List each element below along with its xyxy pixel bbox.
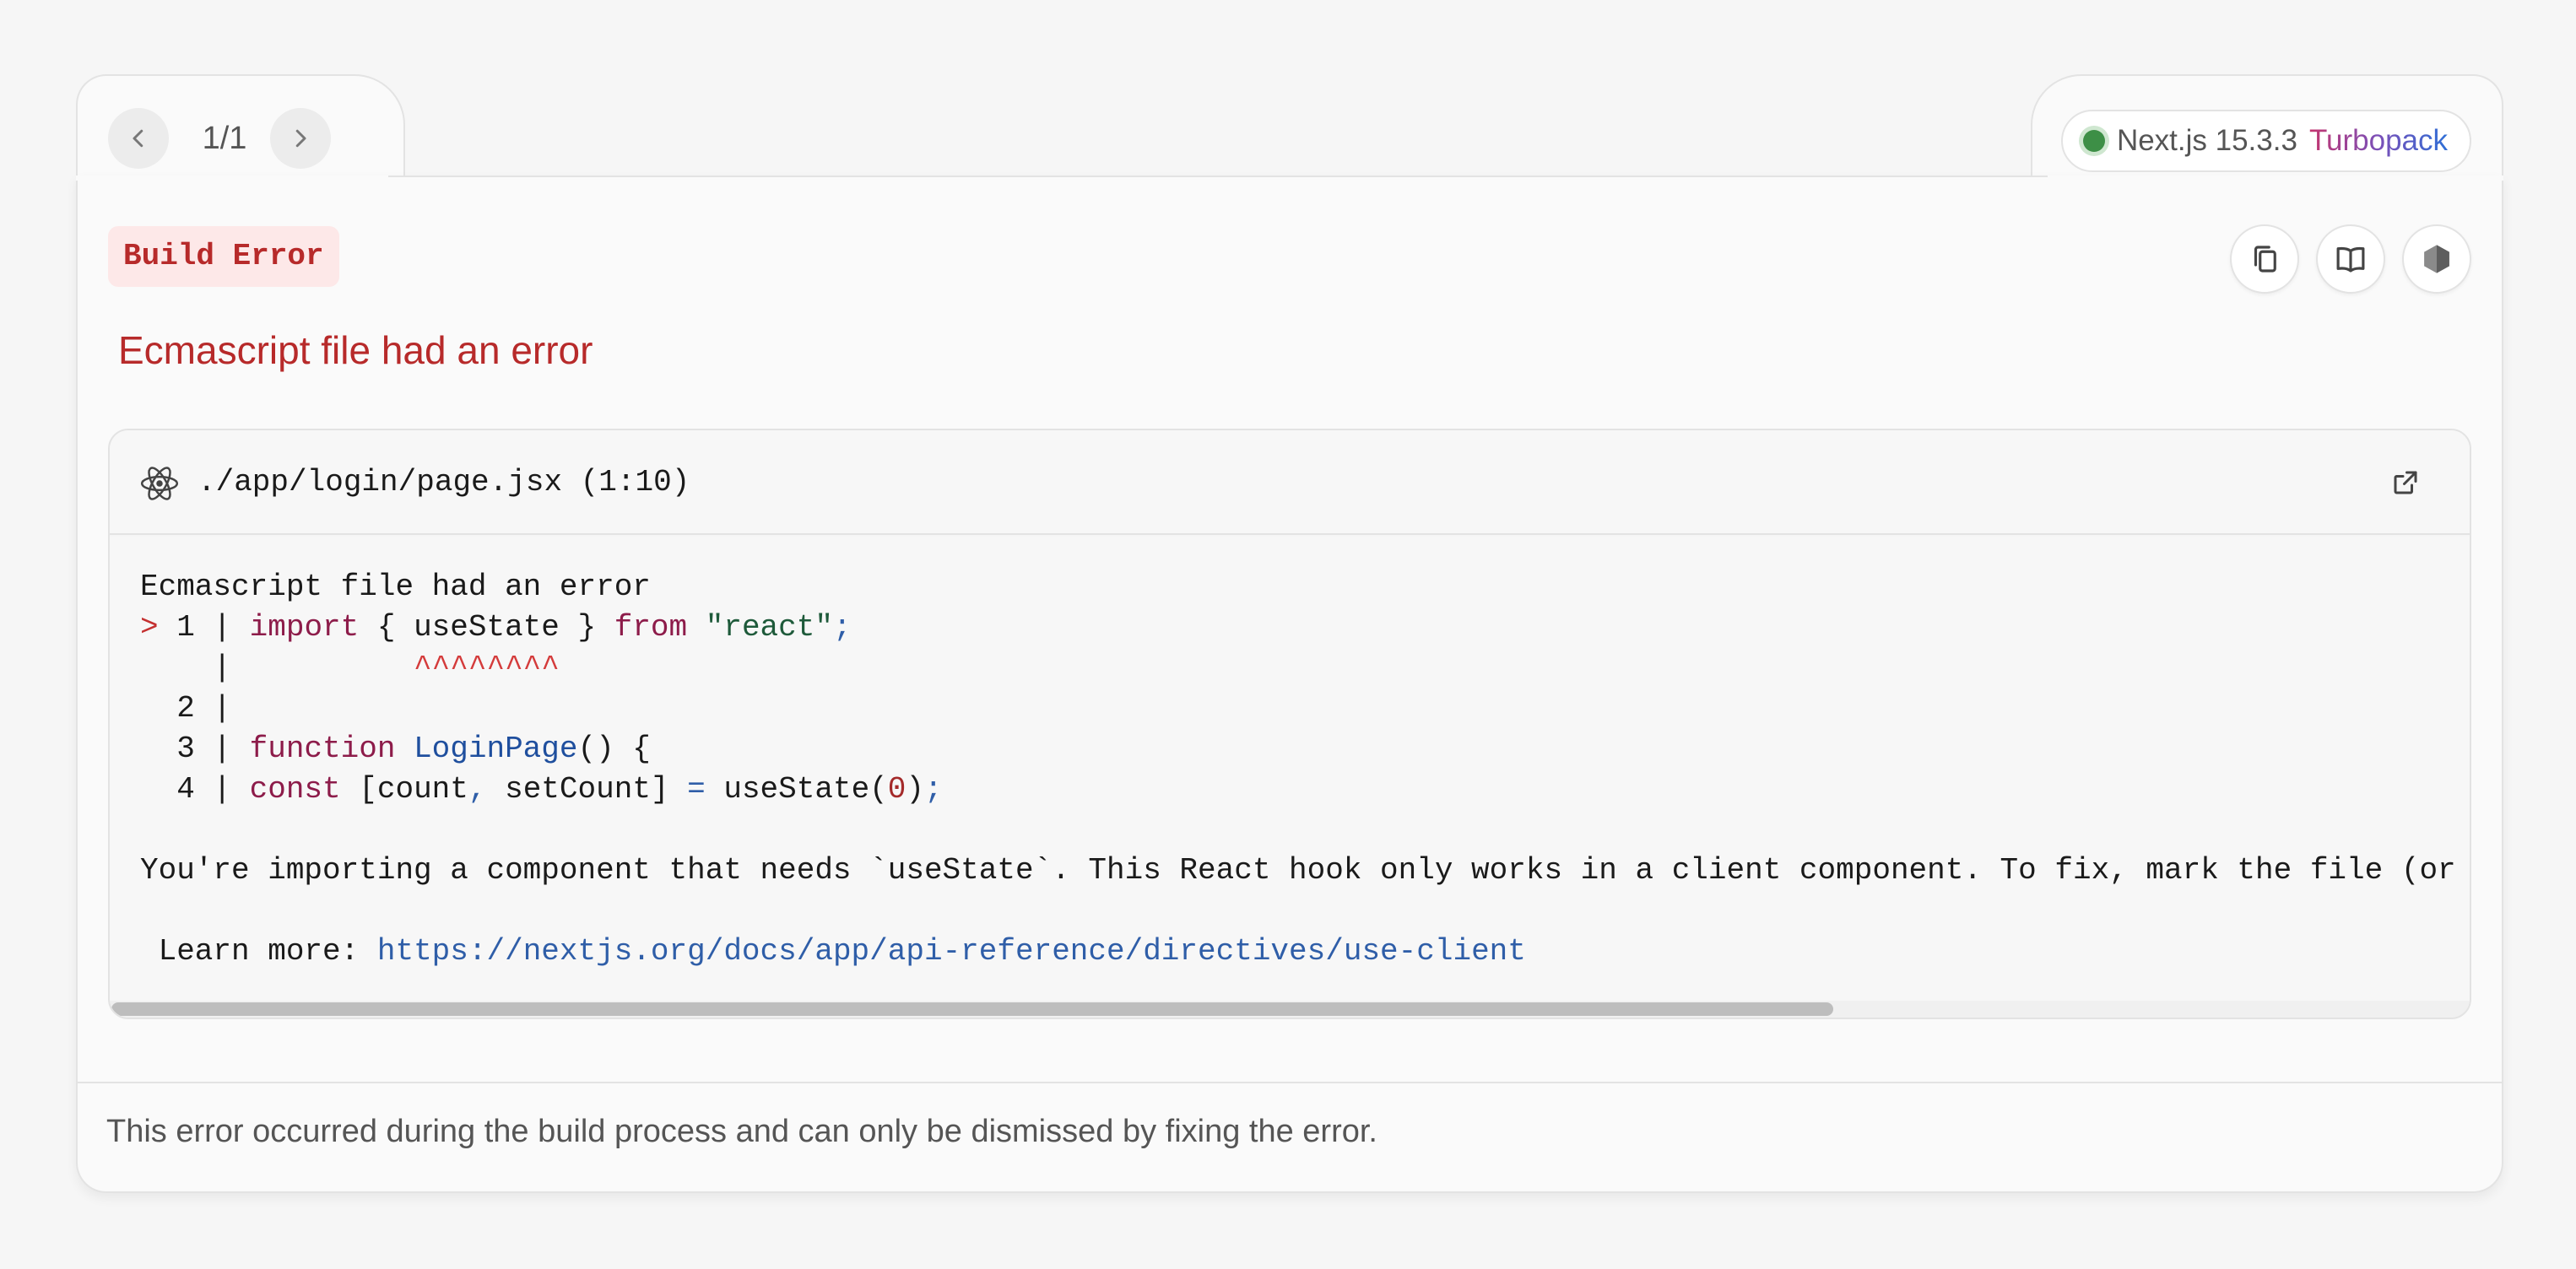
copy-icon	[2254, 246, 2276, 273]
string-literal: "react"	[705, 610, 833, 645]
line-number: 1 |	[176, 610, 250, 645]
code-text: { useState }	[359, 610, 614, 645]
learn-more-link[interactable]: https://nextjs.org/docs/app/api-referenc…	[377, 934, 1526, 969]
number-literal: 0	[887, 772, 906, 807]
file-path: ./app/login/page.jsx (1:10)	[198, 465, 690, 500]
copy-error-button[interactable]	[2230, 224, 2299, 294]
code-frame-body: Ecmascript file had an error > 1 | import…	[110, 537, 2470, 1009]
version-label: Next.js 15.3.3	[2116, 124, 2297, 157]
punctuation: ,	[468, 772, 487, 807]
line-number: 3 |	[140, 732, 250, 766]
code-line-2: 2 |	[140, 688, 2456, 729]
code-heading-text: Ecmascript file had an error	[140, 570, 651, 604]
error-type-badge: Build Error	[108, 226, 339, 287]
punctuation: ;	[832, 610, 852, 645]
function-name: LoginPage	[414, 732, 578, 766]
code-text: setCount]	[486, 772, 688, 807]
error-line-marker: >	[140, 610, 177, 645]
open-in-editor-button[interactable]	[2384, 461, 2427, 505]
code-caret-line: | ^^^^^^^^	[140, 648, 2456, 688]
error-title: Ecmascript file had an error	[118, 328, 593, 372]
bundler-label: Turbopack	[2308, 124, 2448, 157]
chevron-right-icon	[295, 129, 306, 148]
learn-more-label: Learn more:	[140, 934, 377, 969]
operator: =	[687, 772, 706, 807]
code-text: () {	[577, 732, 651, 766]
keyword: function	[249, 732, 396, 766]
header-divider	[388, 176, 2048, 177]
chevron-left-icon	[133, 129, 143, 148]
error-pager: 1/1	[202, 121, 247, 156]
previous-error-button[interactable]	[108, 108, 169, 169]
punctuation: ;	[924, 772, 943, 807]
code-heading: Ecmascript file had an error	[140, 567, 2456, 608]
status-dot-icon	[2082, 130, 2105, 152]
line-number: 4 |	[140, 772, 250, 807]
code-line-4: 4 | const [count, setCount] = useState(0…	[140, 770, 2456, 810]
scrollbar-thumb[interactable]	[111, 1002, 1833, 1016]
code-frame: ./app/login/page.jsx (1:10) Ecmascript f…	[108, 429, 2471, 1019]
keyword: from	[614, 610, 688, 645]
code-frame-header: ./app/login/page.jsx (1:10)	[110, 430, 2470, 535]
keyword: const	[249, 772, 341, 807]
code-line-1: > 1 | import { useState } from "react";	[140, 608, 2456, 648]
footer-divider	[76, 1082, 2503, 1083]
horizontal-scrollbar[interactable]	[110, 1001, 2470, 1018]
nextjs-version-badge[interactable]: Next.js 15.3.3 Turbopack	[2060, 110, 2471, 172]
nextjs-hexagon-icon	[2424, 245, 2449, 273]
react-icon	[140, 467, 179, 500]
docs-button[interactable]	[2316, 224, 2385, 294]
error-caret: ^^^^^^^^	[249, 651, 560, 685]
nextjs-menu-button[interactable]	[2402, 224, 2471, 294]
error-message-text: You're importing a component that needs …	[140, 853, 2456, 888]
external-link-icon	[2394, 471, 2417, 494]
book-open-icon	[2336, 246, 2365, 273]
error-overlay-dialog: 1/1 Next.js 15.3.3 Turbopack Build Error…	[76, 74, 2503, 1193]
code-text: [count	[340, 772, 468, 807]
code-text: )	[906, 772, 925, 807]
keyword: import	[249, 610, 360, 645]
footer-note: This error occurred during the build pro…	[106, 1114, 1377, 1149]
code-lines: Ecmascript file had an error > 1 | import…	[140, 567, 2456, 972]
learn-more-line: Learn more: https://nextjs.org/docs/app/…	[140, 932, 2456, 972]
error-message: You're importing a component that needs …	[140, 850, 2456, 891]
gutter: |	[140, 651, 250, 685]
code-text: useState(	[705, 772, 888, 807]
code-line-3: 3 | function LoginPage() {	[140, 729, 2456, 770]
next-error-button[interactable]	[270, 108, 331, 169]
line-number: 2 |	[140, 691, 232, 726]
